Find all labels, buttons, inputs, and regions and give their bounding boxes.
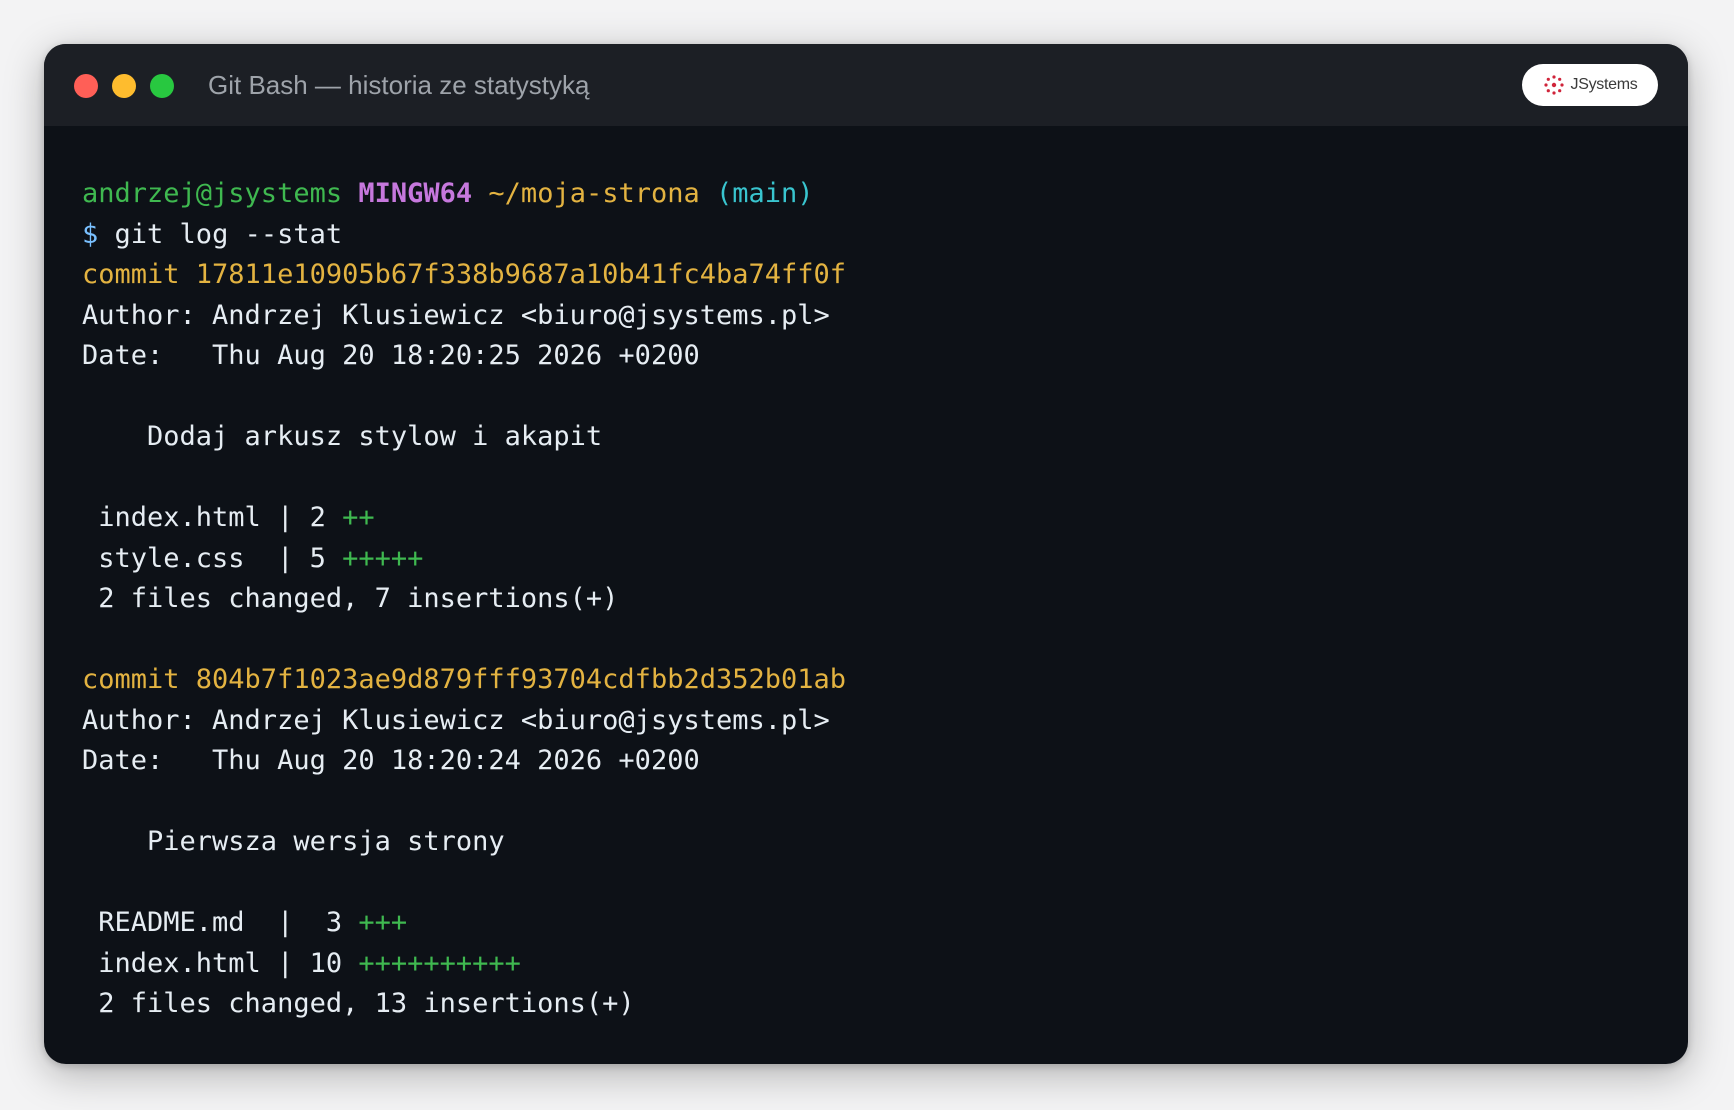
file-stat-plus: ++ [342,502,375,533]
logo-text: JSystems [1570,76,1638,93]
close-window-button[interactable] [74,74,98,98]
file-stat-line: README.md | 3 +++ [82,903,846,944]
prompt-user-host: andrzej@jsystems [82,178,343,209]
file-stat-line: index.html | 10 ++++++++++ [82,944,846,985]
author-line: Author: Andrzej Klusiewicz <biuro@jsyste… [82,704,830,736]
prompt-path: ~/moja-strona [488,178,700,209]
command-line: $ git log --stat [82,215,846,256]
stat-summary: 2 files changed, 7 insertions(+) [82,583,619,614]
file-stat-name: index.html | 2 [82,502,343,533]
author-line: Author: Andrzej Klusiewicz <biuro@jsyste… [82,299,830,331]
commit-hash-line: commit 17811e10905b67f338b9687a10b41fc4b… [82,259,847,290]
date-line: Date: Thu Aug 20 18:20:25 2026 +0200 [82,340,700,371]
stat-summary: 2 files changed, 13 insertions(+) [82,988,635,1019]
title-bar: Git Bash — historia ze statystyką JSyste… [44,44,1688,126]
minimize-window-button[interactable] [112,74,136,98]
window-title: Git Bash — historia ze statystyką [208,70,590,100]
date-line: Date: Thu Aug 20 18:20:24 2026 +0200 [82,745,700,776]
file-stat-plus: +++ [358,907,408,938]
prompt-system: MINGW64 [358,178,473,209]
prompt-branch: (main) [716,178,814,209]
terminal-output[interactable]: andrzej@jsystems MINGW64 ~/moja-strona (… [82,174,846,1025]
jsystems-logo-icon [1543,75,1564,95]
file-stat-name: index.html | 10 [82,947,359,979]
jsystems-logo: JSystems [1522,64,1658,106]
file-stat-name: README.md | 3 [82,907,359,938]
commit-hash-line: commit 804b7f1023ae9d879fff93704cdfbb2d3… [82,664,847,695]
terminal-window: Git Bash — historia ze statystyką JSyste… [44,44,1688,1064]
file-stat-line: index.html | 2 ++ [82,498,846,539]
file-stat-line: style.css | 5 +++++ [82,539,846,580]
file-stat-plus: +++++ [342,542,424,574]
commit-message: Dodaj arkusz stylow i akapit [82,421,603,452]
maximize-window-button[interactable] [150,74,174,98]
prompt-line: andrzej@jsystems MINGW64 ~/moja-strona (… [82,174,846,215]
commit-message: Pierwsza wersja strony [82,826,505,857]
file-stat-plus: ++++++++++ [358,947,521,979]
prompt-dollar: $ [82,218,99,250]
command-text: git log --stat [114,218,343,250]
file-stat-name: style.css | 5 [82,542,343,574]
